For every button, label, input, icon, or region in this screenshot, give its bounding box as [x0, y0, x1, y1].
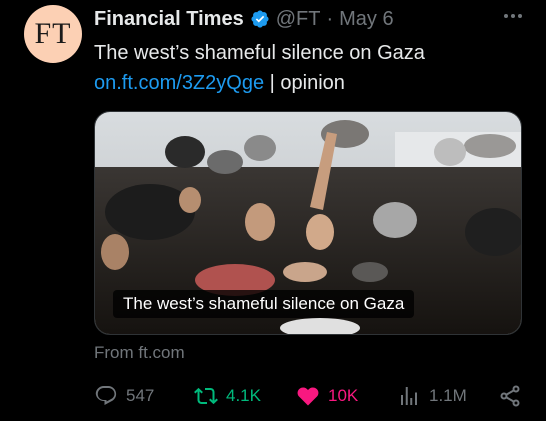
reply-icon: [95, 386, 117, 405]
card-caption: The west’s shameful silence on Gaza: [113, 290, 415, 318]
retweet-button[interactable]: 4.1K: [194, 384, 261, 408]
link-suffix: | opinion: [264, 72, 345, 94]
author-name[interactable]: Financial Times: [94, 8, 244, 31]
tweet-header: Financial Times @FT · May 6: [94, 6, 394, 32]
tweet-link-line: on.ft.com/3Z2yQge | opinion: [94, 68, 425, 98]
action-bar: 547 4.1K 10K 1.1M: [94, 382, 522, 410]
like-icon: [297, 387, 319, 406]
card-source[interactable]: From ft.com: [94, 343, 185, 363]
avatar-logo-text: FT: [34, 17, 72, 50]
separator-dot: ·: [326, 7, 334, 30]
views-count: 1.1M: [429, 386, 467, 405]
verified-icon: [251, 10, 269, 28]
reply-button[interactable]: 547: [94, 384, 154, 408]
retweet-icon: [194, 387, 218, 405]
share-icon: [500, 385, 520, 407]
share-button[interactable]: [498, 384, 522, 408]
like-button[interactable]: 10K: [296, 384, 358, 408]
author-handle[interactable]: @FT: [276, 8, 321, 31]
tweet-headline: The west’s shameful silence on Gaza: [94, 42, 425, 64]
reply-count: 547: [126, 386, 155, 405]
like-count: 10K: [328, 386, 359, 405]
views-icon: [401, 387, 417, 405]
tweet-date[interactable]: May 6: [339, 8, 393, 31]
avatar[interactable]: FT: [24, 5, 82, 63]
link-card-image[interactable]: The west’s shameful silence on Gaza: [94, 111, 522, 335]
tweet-text: The west’s shameful silence on Gaza on.f…: [94, 38, 425, 98]
tweet-link[interactable]: on.ft.com/3Z2yQge: [94, 72, 264, 94]
views-button[interactable]: 1.1M: [397, 384, 467, 408]
more-icon[interactable]: [504, 14, 522, 18]
retweet-count: 4.1K: [226, 386, 261, 405]
